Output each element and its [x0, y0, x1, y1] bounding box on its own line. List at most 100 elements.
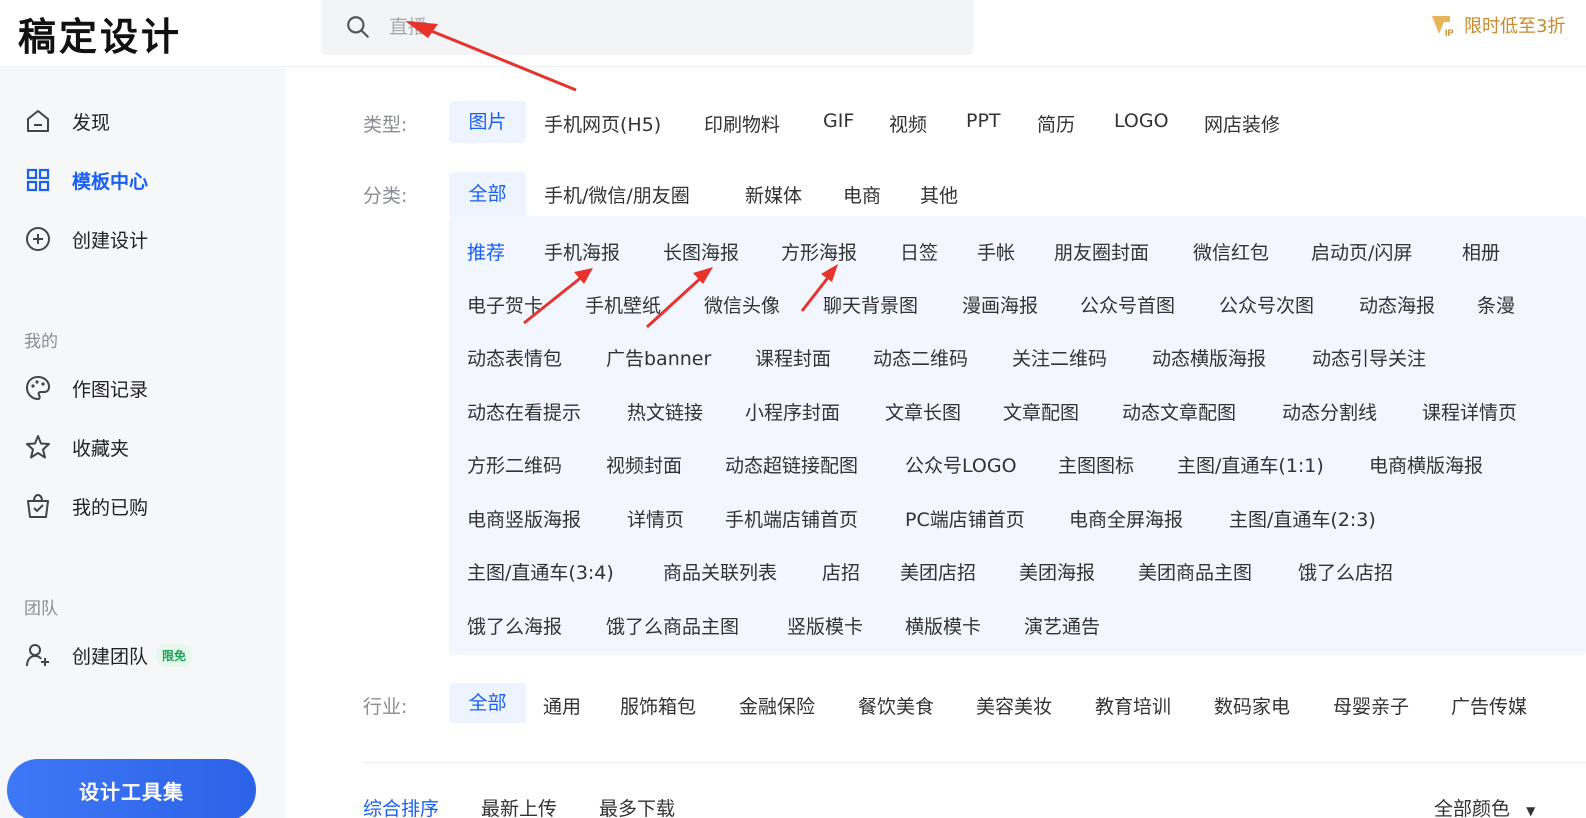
subcategory-chip[interactable]: 关注二维码	[1012, 344, 1107, 371]
subcategory-chip[interactable]: 手机端店铺首页	[725, 505, 858, 532]
subcategory-chip[interactable]: 日签	[900, 238, 938, 265]
subcategory-chip[interactable]: 电商全屏海报	[1069, 505, 1183, 532]
subcategory-chip[interactable]: 方形海报	[781, 238, 857, 265]
subcategory-chip[interactable]: 微信红包	[1193, 238, 1269, 265]
category-chip-new-media[interactable]: 新媒体	[745, 181, 802, 208]
subcategory-chip[interactable]: 横版模卡	[905, 612, 981, 639]
type-chip-ppt[interactable]: PPT	[966, 110, 1001, 132]
subcategory-chip[interactable]: 漫画海报	[962, 291, 1038, 318]
subcategory-chip[interactable]: 美团商品主图	[1138, 558, 1252, 585]
subcategory-chip[interactable]: 公众号次图	[1219, 291, 1314, 318]
subcategory-chip[interactable]: 启动页/闪屏	[1311, 238, 1412, 265]
subcategory-chip[interactable]: 长图海报	[663, 238, 739, 265]
category-chip-other[interactable]: 其他	[920, 181, 958, 208]
type-chip-image[interactable]: 图片	[449, 101, 526, 143]
subcategory-chip[interactable]: 方形二维码	[467, 451, 562, 478]
subcategory-chip[interactable]: 文章长图	[885, 398, 961, 425]
sort-newest[interactable]: 最新上传	[481, 794, 557, 818]
type-chip-print[interactable]: 印刷物料	[704, 110, 780, 137]
subcategory-chip[interactable]: 主图图标	[1058, 451, 1134, 478]
subcategory-chip[interactable]: 聊天背景图	[823, 291, 918, 318]
subcategory-chip[interactable]: 手机壁纸	[585, 291, 661, 318]
type-chip-shop-decor[interactable]: 网店装修	[1204, 110, 1280, 137]
subcategory-chip[interactable]: 课程封面	[755, 344, 831, 371]
subcategory-chip[interactable]: 热文链接	[627, 398, 703, 425]
subcategory-chip[interactable]: 动态表情包	[467, 344, 562, 371]
type-label: 类型:	[363, 114, 408, 136]
subcategory-chip[interactable]: 电商竖版海报	[467, 505, 581, 532]
category-chip-mobile[interactable]: 手机/微信/朋友圈	[544, 181, 690, 208]
subcategory-chip[interactable]: 动态分割线	[1282, 398, 1377, 425]
subcategory-chip[interactable]: 动态横版海报	[1152, 344, 1266, 371]
subcategory-chip[interactable]: 商品关联列表	[663, 558, 777, 585]
industry-chip[interactable]: 服饰箱包	[620, 692, 696, 719]
brand-logo[interactable]: 稿定设计	[18, 6, 182, 61]
industry-chip[interactable]: 广告传媒	[1451, 692, 1527, 719]
industry-chip[interactable]: 教育培训	[1095, 692, 1171, 719]
subcategory-chip[interactable]: 店招	[822, 558, 860, 585]
subcategory-chip[interactable]: 主图/直通车(3:4)	[467, 558, 614, 585]
sidebar-item-templates[interactable]: 模板中心	[24, 160, 264, 200]
subcategory-chip[interactable]: 饿了么商品主图	[606, 612, 739, 639]
type-chip-video[interactable]: 视频	[889, 110, 927, 137]
subcategory-chip[interactable]: 条漫	[1477, 291, 1515, 318]
industry-chip[interactable]: 金融保险	[739, 692, 815, 719]
subcategory-chip[interactable]: 动态在看提示	[467, 398, 581, 425]
sidebar-item-create-team[interactable]: 创建团队 限免	[24, 635, 264, 675]
subcategory-chip[interactable]: 电子贺卡	[467, 291, 543, 318]
subcategory-chip[interactable]: 手帐	[977, 238, 1015, 265]
subcategory-chip[interactable]: 公众号首图	[1080, 291, 1175, 318]
type-chip-h5[interactable]: 手机网页(H5)	[544, 110, 661, 137]
subcategory-chip[interactable]: 课程详情页	[1422, 398, 1517, 425]
subcategory-chip[interactable]: 动态海报	[1359, 291, 1435, 318]
subcategory-chip[interactable]: 手机海报	[544, 238, 620, 265]
subcategory-chip[interactable]: 动态超链接配图	[725, 451, 858, 478]
subcategory-chip[interactable]: 小程序封面	[745, 398, 840, 425]
industry-chip[interactable]: 餐饮美食	[858, 692, 934, 719]
subcategory-chip[interactable]: 演艺通告	[1024, 612, 1100, 639]
search-bar[interactable]	[321, 0, 974, 55]
subcategory-chip[interactable]: 动态文章配图	[1122, 398, 1236, 425]
subcategory-chip[interactable]: 文章配图	[1003, 398, 1079, 425]
type-chip-logo[interactable]: LOGO	[1114, 110, 1169, 132]
subcategory-chip[interactable]: 饿了么店招	[1298, 558, 1393, 585]
subcategory-chip[interactable]: 视频封面	[606, 451, 682, 478]
subcategory-chip[interactable]: 动态二维码	[873, 344, 968, 371]
category-chip-all[interactable]: 全部	[449, 172, 526, 216]
sidebar-item-favorites[interactable]: 收藏夹	[24, 427, 264, 467]
industry-chip[interactable]: 通用	[543, 692, 581, 719]
industry-chip-all[interactable]: 全部	[449, 683, 526, 723]
subcategory-chip[interactable]: 美团海报	[1019, 558, 1095, 585]
vip-promo[interactable]: IP 限时低至3折	[1430, 12, 1565, 38]
industry-chip[interactable]: 美容美妆	[976, 692, 1052, 719]
subcategory-chip[interactable]: 微信头像	[704, 291, 780, 318]
sidebar-item-create-design[interactable]: 创建设计	[24, 219, 264, 259]
subcategory-chip[interactable]: 饿了么海报	[467, 612, 562, 639]
subcategory-chip[interactable]: 朋友圈封面	[1054, 238, 1149, 265]
design-tools-button[interactable]: 设计工具集	[7, 759, 256, 818]
subcategory-chip[interactable]: 美团店招	[900, 558, 976, 585]
subcategory-chip[interactable]: 主图/直通车(1:1)	[1177, 451, 1324, 478]
type-chip-gif[interactable]: GIF	[823, 110, 854, 132]
sidebar-item-design-history[interactable]: 作图记录	[24, 368, 264, 408]
subcategory-chip[interactable]: 广告banner	[606, 344, 711, 371]
sort-most-downloaded[interactable]: 最多下载	[599, 794, 675, 818]
industry-chip[interactable]: 数码家电	[1214, 692, 1290, 719]
subcategory-chip[interactable]: PC端店铺首页	[905, 505, 1025, 532]
sidebar-item-discover[interactable]: 发现	[24, 101, 264, 141]
subcategory-chip[interactable]: 主图/直通车(2:3)	[1229, 505, 1376, 532]
subcategory-chip[interactable]: 详情页	[627, 505, 684, 532]
category-chip-ecommerce[interactable]: 电商	[843, 181, 881, 208]
industry-chip[interactable]: 母婴亲子	[1333, 692, 1409, 719]
color-select[interactable]: 全部颜色 ▼	[1434, 794, 1535, 818]
subcategory-chip[interactable]: 推荐	[467, 238, 505, 265]
search-input[interactable]	[389, 10, 949, 44]
sidebar-item-purchased[interactable]: 我的已购	[24, 486, 264, 526]
subcategory-chip[interactable]: 电商横版海报	[1369, 451, 1483, 478]
subcategory-chip[interactable]: 相册	[1462, 238, 1500, 265]
subcategory-chip[interactable]: 动态引导关注	[1312, 344, 1426, 371]
subcategory-chip[interactable]: 竖版模卡	[787, 612, 863, 639]
subcategory-chip[interactable]: 公众号LOGO	[905, 451, 1017, 478]
type-chip-resume[interactable]: 简历	[1037, 110, 1075, 137]
sort-comprehensive[interactable]: 综合排序	[363, 794, 439, 818]
